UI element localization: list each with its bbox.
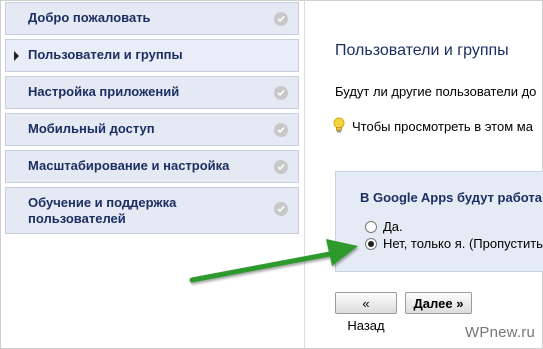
watermark: WPnew.ru bbox=[465, 324, 535, 341]
green-arrow-annotation bbox=[189, 239, 358, 283]
